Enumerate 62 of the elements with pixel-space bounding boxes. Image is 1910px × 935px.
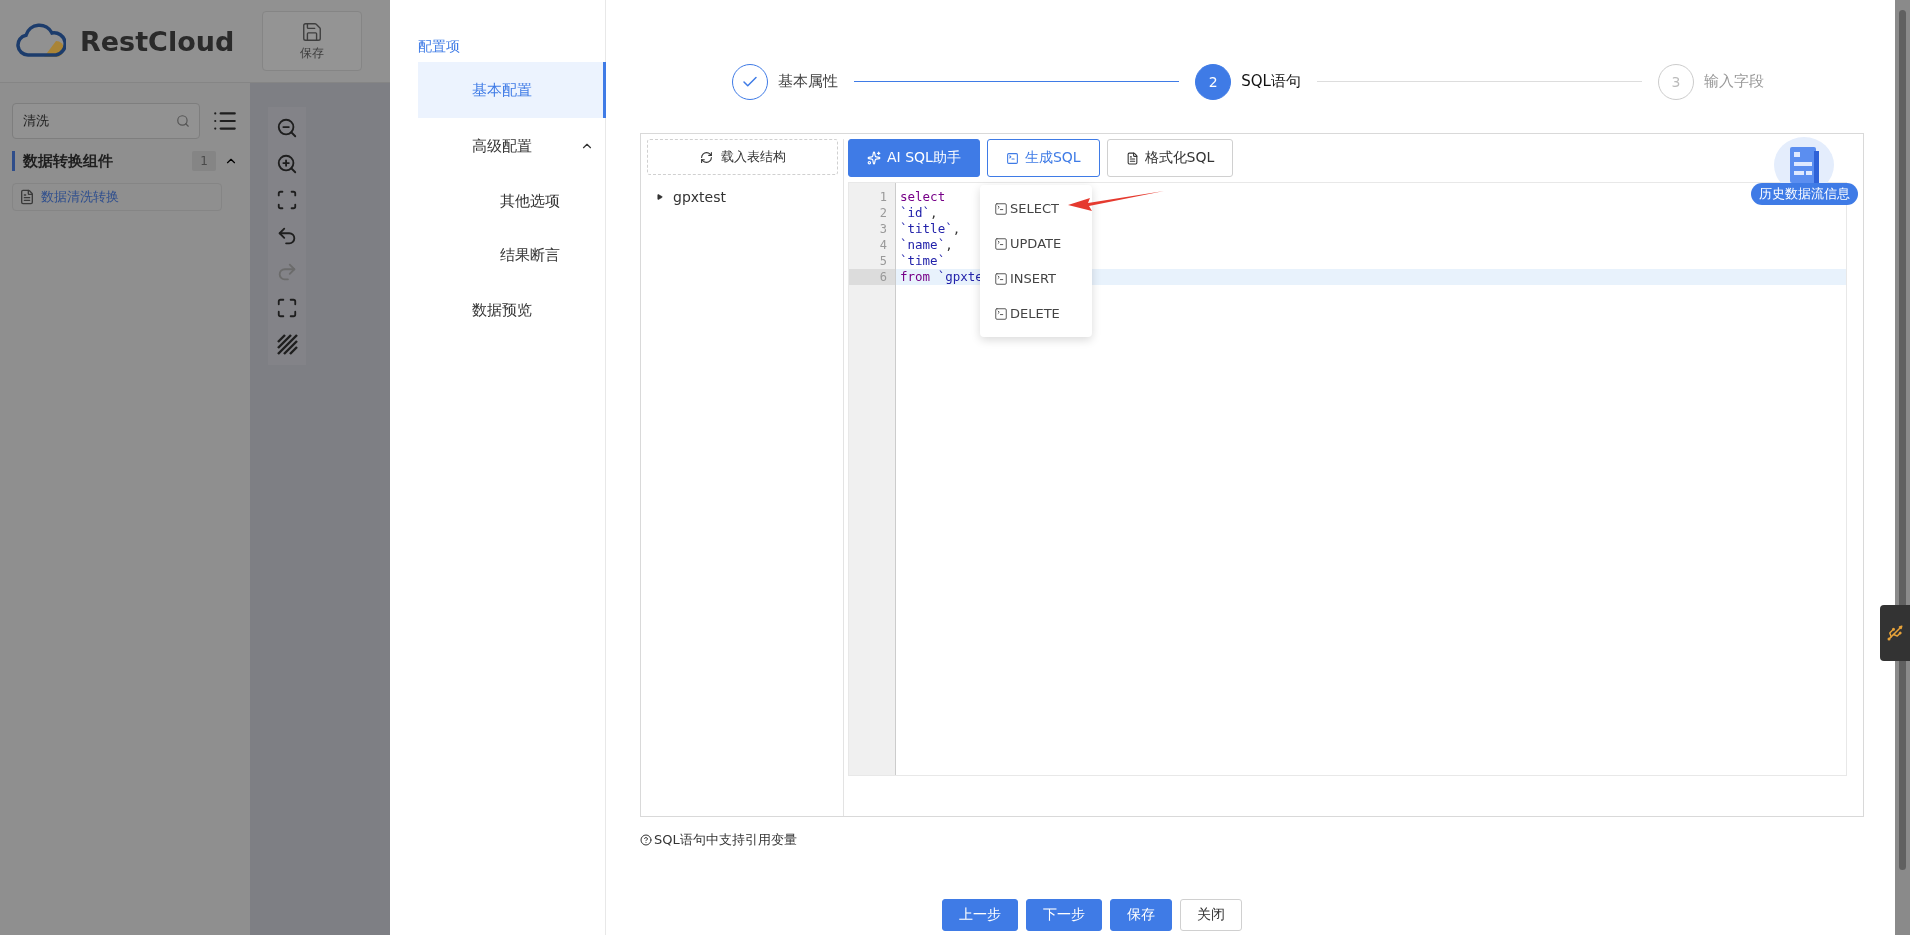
- zoom-out-icon[interactable]: [276, 117, 298, 139]
- scrollbar-thumb[interactable]: [1899, 10, 1906, 870]
- fullscreen-icon[interactable]: [276, 297, 298, 319]
- footer-button[interactable]: 保存: [1110, 899, 1172, 931]
- terminal-icon: [994, 236, 1008, 251]
- line-number: 1: [878, 189, 888, 205]
- zoom-in-icon[interactable]: [276, 153, 298, 175]
- load-structure-button[interactable]: 载入表结构: [647, 139, 838, 175]
- footer-button[interactable]: 下一步: [1026, 899, 1102, 931]
- dropdown-item[interactable]: DELETE: [980, 296, 1092, 331]
- code-line: `name`,: [900, 237, 953, 253]
- terminal-icon: [994, 306, 1008, 321]
- line-number: 3: [878, 221, 888, 237]
- fit-icon[interactable]: [276, 189, 298, 211]
- code-line: `time`: [900, 253, 946, 269]
- undo-icon[interactable]: [276, 225, 298, 247]
- step-label: 基本属性: [778, 72, 838, 91]
- search-icon: [176, 114, 190, 128]
- dropdown-item[interactable]: SELECT: [980, 191, 1092, 226]
- document-icon: [1125, 151, 1139, 165]
- document-icon: [19, 189, 35, 205]
- line-number: 2: [878, 205, 888, 221]
- code-line: `title`,: [900, 221, 961, 237]
- code-line: select: [900, 189, 946, 205]
- menu-item[interactable]: 高级配置: [418, 118, 606, 174]
- terminal-icon: [994, 271, 1008, 286]
- logo-text: RestCloud: [80, 25, 235, 57]
- plug-icon: [1886, 624, 1904, 642]
- line-number: 6: [849, 269, 895, 285]
- tree-node[interactable]: gpxtest: [647, 189, 843, 205]
- terminal-icon: [1005, 151, 1019, 165]
- count-badge: 1: [192, 151, 216, 171]
- footer-button[interactable]: 关闭: [1180, 899, 1242, 931]
- step-label: SQL语句: [1241, 72, 1301, 91]
- toolbar-button[interactable]: 格式化SQL: [1106, 139, 1234, 177]
- step-label: 输入字段: [1704, 72, 1764, 91]
- toolbar-button[interactable]: 生成SQL: [986, 139, 1100, 177]
- terminal-icon: [994, 201, 1008, 216]
- search-field[interactable]: 清洗: [12, 103, 200, 139]
- help-icon: [640, 834, 652, 846]
- dropdown-item[interactable]: INSERT: [980, 261, 1092, 296]
- hatch-icon[interactable]: [276, 333, 298, 355]
- line-number: 4: [878, 237, 888, 253]
- submenu-item[interactable]: 结果断言: [418, 228, 606, 282]
- submenu-item[interactable]: 其他选项: [418, 174, 606, 228]
- sparkle-icon: [867, 151, 881, 165]
- menu-item[interactable]: 基本配置: [418, 62, 606, 118]
- step-number: 2: [1195, 63, 1232, 100]
- toolbar-button[interactable]: AI SQL助手: [848, 139, 980, 177]
- code-line: `id`,: [900, 205, 938, 221]
- step-number: 3: [1658, 63, 1694, 100]
- footer-button[interactable]: 上一步: [942, 899, 1018, 931]
- refresh-icon: [699, 150, 713, 164]
- cloud-logo-icon: [14, 23, 66, 59]
- line-number: 5: [878, 253, 888, 269]
- plugin-tab[interactable]: [1880, 605, 1910, 661]
- group-title: 数据转换组件: [23, 151, 114, 171]
- menu-item[interactable]: 数据预览: [418, 282, 606, 338]
- hint-text: SQL语句中支持引用变量: [640, 831, 1864, 849]
- dropdown-item[interactable]: UPDATE: [980, 226, 1092, 261]
- save-button[interactable]: 保存: [262, 11, 362, 71]
- menu-title: 配置项: [418, 38, 461, 56]
